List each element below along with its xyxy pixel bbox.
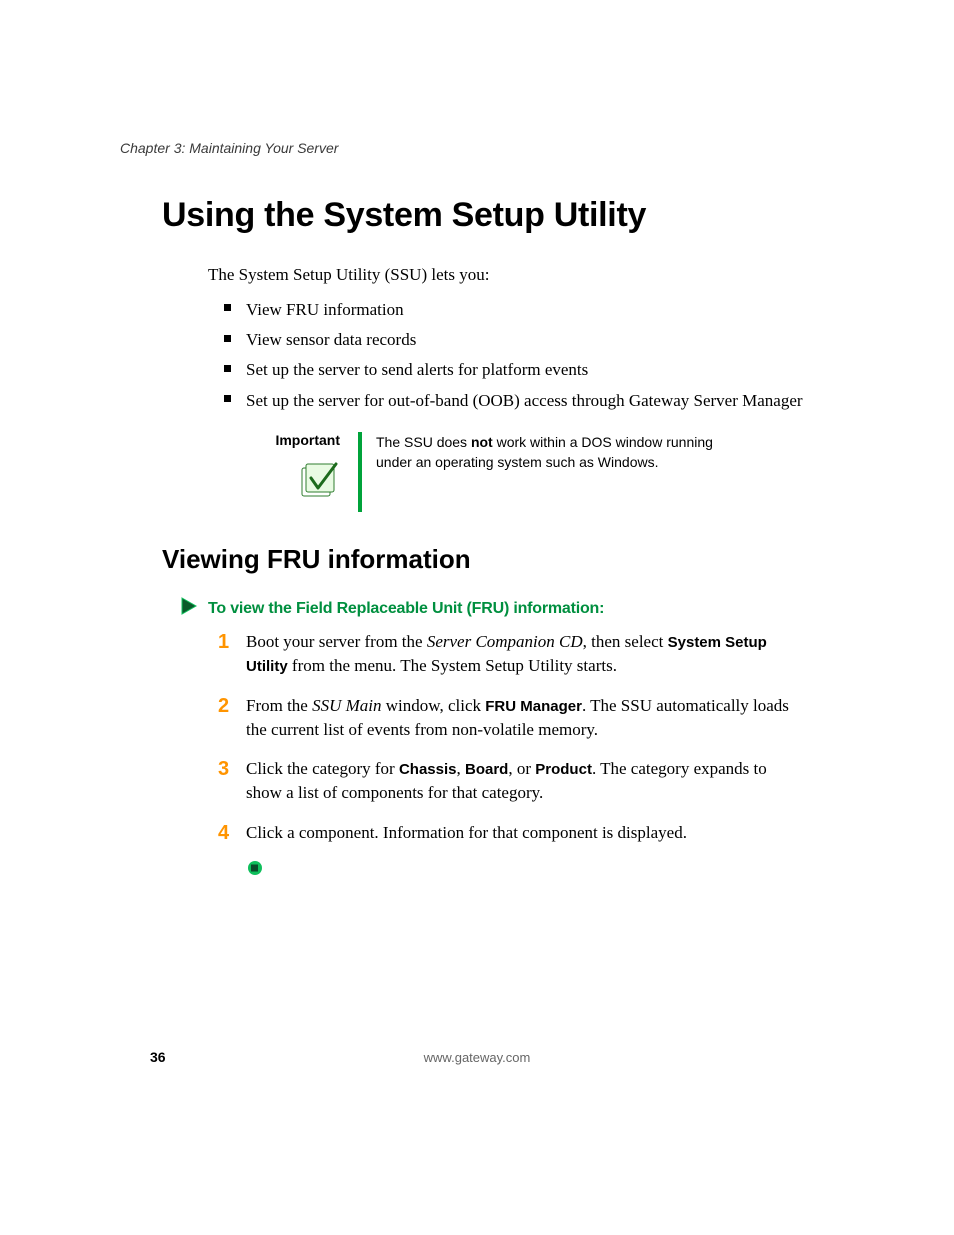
step-item: Click the category for Chassis, Board, o… xyxy=(218,757,798,805)
list-item: Set up the server for out-of-band (OOB) … xyxy=(224,388,834,414)
feature-list: View FRU information View sensor data re… xyxy=(224,297,834,414)
callout-label: Important xyxy=(250,432,340,448)
step-text: , then select xyxy=(583,632,668,651)
step-text: Boot your server from the xyxy=(246,632,427,651)
list-item: View sensor data records xyxy=(224,327,834,353)
intro-paragraph: The System Setup Utility (SSU) lets you: xyxy=(208,263,834,287)
procedure-title: To view the Field Replaceable Unit (FRU)… xyxy=(208,600,604,618)
step-text: , or xyxy=(508,759,535,778)
step-bold: Product xyxy=(535,761,592,778)
step-text: from the menu. The System Setup Utility … xyxy=(288,656,617,675)
step-item: From the SSU Main window, click FRU Mana… xyxy=(218,694,798,742)
section-heading-h2: Viewing FRU information xyxy=(162,544,834,575)
chapter-label: Chapter 3: Maintaining Your Server xyxy=(120,140,834,156)
important-callout: Important The SSU does not work within a… xyxy=(250,432,834,512)
step-italic: SSU Main xyxy=(312,696,381,715)
callout-text: The SSU does xyxy=(376,434,471,450)
end-of-procedure-icon xyxy=(248,861,834,880)
step-text: Click the category for xyxy=(246,759,399,778)
step-item: Click a component. Information for that … xyxy=(218,821,798,845)
list-item: View FRU information xyxy=(224,297,834,323)
step-text: From the xyxy=(246,696,312,715)
step-bold: Chassis xyxy=(399,761,457,778)
procedure-header: To view the Field Replaceable Unit (FRU)… xyxy=(180,597,834,620)
step-italic: Server Companion CD xyxy=(427,632,583,651)
step-bold: FRU Manager xyxy=(485,698,582,715)
procedure-steps: Boot your server from the Server Compani… xyxy=(218,630,798,845)
step-text: , xyxy=(457,759,466,778)
list-item: Set up the server to send alerts for pla… xyxy=(224,357,834,383)
step-bold: Board xyxy=(465,761,508,778)
checkmark-note-icon xyxy=(296,458,340,507)
document-page: Chapter 3: Maintaining Your Server Using… xyxy=(0,0,954,880)
step-text: Click a component. Information for that … xyxy=(246,823,687,842)
step-item: Boot your server from the Server Compani… xyxy=(218,630,798,678)
play-arrow-icon xyxy=(180,597,198,620)
footer-url: www.gateway.com xyxy=(0,1050,954,1065)
page-title-h1: Using the System Setup Utility xyxy=(162,196,834,235)
callout-bold: not xyxy=(471,434,493,450)
callout-left: Important xyxy=(250,432,340,507)
callout-body: The SSU does not work within a DOS windo… xyxy=(358,432,726,512)
step-text: window, click xyxy=(382,696,486,715)
